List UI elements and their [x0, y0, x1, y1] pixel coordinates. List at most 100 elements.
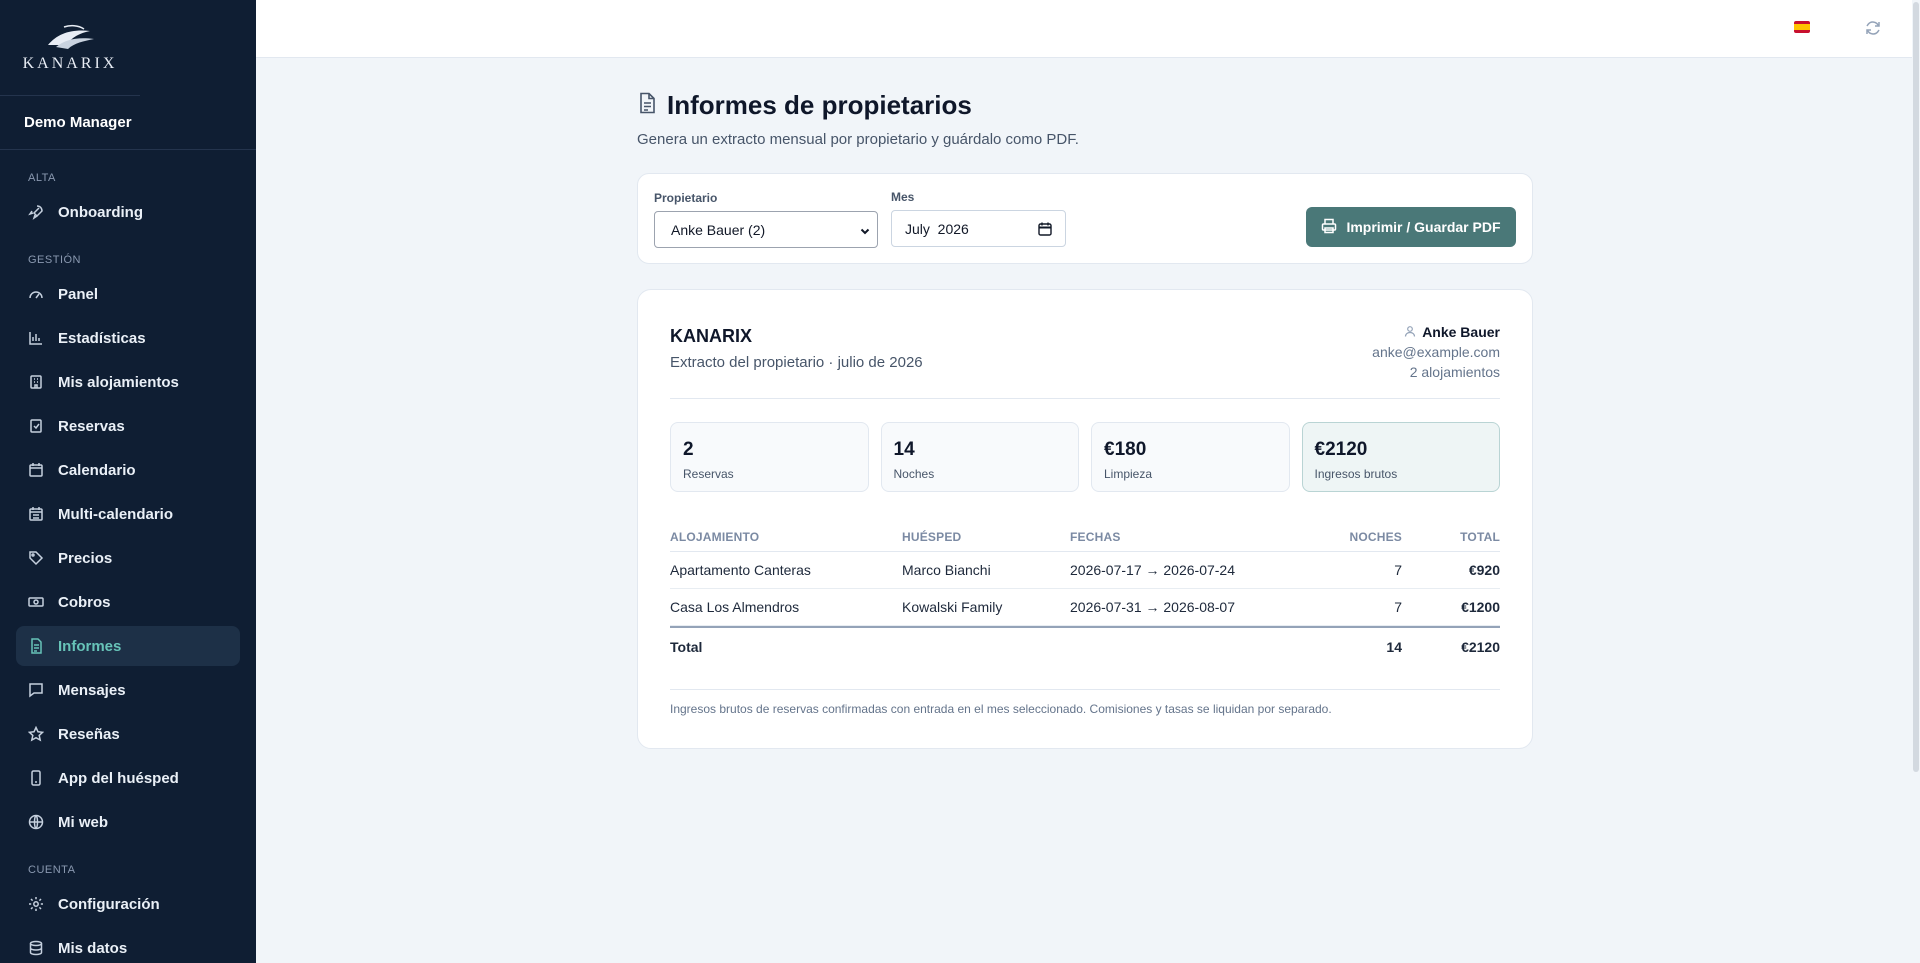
stat-value: €180	[1104, 439, 1147, 460]
column-header: TOTAL	[1460, 529, 1500, 544]
note-divider	[670, 689, 1500, 690]
owner-label: Propietario	[654, 191, 718, 205]
printer-icon	[1321, 218, 1337, 237]
sidebar-item-informes[interactable]: Informes	[16, 626, 240, 666]
stat-value: €2120	[1314, 439, 1368, 460]
sidebar-item-label: App del huésped	[58, 769, 179, 787]
column-header: ALOJAMIENTO	[670, 529, 760, 544]
owner-select[interactable]: Anke Bauer (2)	[654, 211, 878, 248]
scrollbar-thumb[interactable]	[1913, 2, 1919, 772]
owner-info: Anke Bauer anke@example.com 2 alojamient…	[1372, 324, 1500, 380]
stat-card-reservas: 2 Reservas	[670, 422, 869, 492]
main-content: Informes de propietarios Genera un extra…	[637, 90, 1533, 749]
spain-flag-icon[interactable]	[1794, 21, 1810, 33]
topbar	[256, 0, 1920, 58]
sidebar-item-onboarding[interactable]: Onboarding	[16, 192, 240, 232]
logo[interactable]: KANARIX	[0, 0, 140, 96]
section-label-cuenta: CUENTA	[28, 864, 76, 876]
sidebar-item-cobros[interactable]: Cobros	[16, 582, 240, 622]
sidebar-item-label: Precios	[58, 549, 113, 567]
sidebar-item-label: Mensajes	[58, 681, 126, 699]
sidebar-item-label: Cobros	[58, 593, 111, 611]
clipboard-check-icon	[28, 418, 44, 434]
file-text-icon	[28, 638, 44, 654]
table-row: Casa Los Almendros Kowalski Family 2026-…	[670, 589, 1500, 626]
sidebar-item-configuracion[interactable]: Configuración	[16, 884, 240, 924]
chevron-down-icon	[859, 224, 871, 240]
page-scrollbar[interactable]	[1912, 0, 1920, 963]
sidebar-item-label: Multi-calendario	[58, 505, 174, 523]
database-icon	[28, 940, 44, 956]
user-icon	[1404, 324, 1416, 340]
calendar-grid-icon	[28, 506, 44, 522]
message-square-icon	[28, 682, 44, 698]
report-brand: KANARIX	[670, 326, 753, 346]
sidebar-item-label: Onboarding	[58, 203, 143, 221]
sidebar-item-reservas[interactable]: Reservas	[16, 406, 240, 446]
cell-total: €1200	[1461, 599, 1500, 615]
print-pdf-label: Imprimir / Guardar PDF	[1346, 219, 1501, 235]
cell-total: €920	[1468, 562, 1500, 578]
column-header: HUÉSPED	[902, 529, 962, 544]
section-label-alta: ALTA	[28, 172, 56, 184]
sidebar-item-mis-datos[interactable]: Mis datos	[16, 928, 240, 963]
stat-label: Noches	[893, 467, 935, 481]
sidebar: KANARIX Demo Manager ALTA Onboarding GES…	[0, 0, 256, 963]
tag-icon	[28, 550, 44, 566]
sidebar-item-label: Calendario	[58, 461, 136, 479]
stat-label: Reservas	[683, 467, 734, 481]
sidebar-item-panel[interactable]: Panel	[16, 274, 240, 314]
month-input[interactable]: July 2026	[891, 210, 1066, 247]
print-pdf-button[interactable]: Imprimir / Guardar PDF	[1306, 207, 1516, 247]
sidebar-item-estadisticas[interactable]: Estadísticas	[16, 318, 240, 358]
stat-card-limpieza: €180 Limpieza	[1091, 422, 1290, 492]
table-row: Apartamento Canteras Marco Bianchi 2026-…	[670, 552, 1500, 589]
bookings-table: ALOJAMIENTO HUÉSPED FECHAS NOCHES TOTAL …	[670, 522, 1500, 666]
sidebar-item-mis-alojamientos[interactable]: Mis alojamientos	[16, 362, 240, 402]
owner-statement-card: KANARIX Extracto del propietario · julio…	[637, 289, 1533, 749]
section-label-gestion: GESTIÓN	[28, 254, 82, 266]
rocket-icon	[28, 204, 44, 220]
sidebar-item-app-del-huesped[interactable]: App del huésped	[16, 758, 240, 798]
sidebar-item-label: Panel	[58, 285, 99, 303]
sidebar-item-label: Reservas	[58, 417, 125, 435]
star-icon	[28, 726, 44, 742]
sidebar-item-label: Mis datos	[58, 939, 128, 957]
stat-card-ingresos-brutos: €2120 Ingresos brutos	[1301, 422, 1500, 492]
footer-nights: 14	[1386, 639, 1402, 655]
sidebar-item-label: Configuración	[58, 895, 160, 913]
stat-label: Ingresos brutos	[1314, 467, 1398, 481]
current-user[interactable]: Demo Manager	[0, 96, 256, 150]
calendar-icon[interactable]	[1038, 222, 1052, 239]
stat-label: Limpieza	[1104, 467, 1153, 481]
stats-row: 2 Reservas 14 Noches €180 Limpieza €2120…	[670, 422, 1500, 492]
building-icon	[28, 374, 44, 390]
month-input-value: July 2026	[905, 220, 969, 237]
cell-dates: 2026-07-17 → 2026-07-24	[1070, 562, 1236, 578]
filter-card: Propietario Anke Bauer (2) Mes July 2026…	[637, 173, 1533, 264]
logo-text: KANARIX	[22, 54, 118, 72]
sidebar-item-mensajes[interactable]: Mensajes	[16, 670, 240, 710]
page-subtitle: Genera un extracto mensual por propietar…	[637, 131, 1079, 148]
cell-guest: Marco Bianchi	[902, 562, 991, 578]
footer-total: €2120	[1461, 639, 1500, 655]
stat-value: 14	[893, 439, 915, 460]
sidebar-item-label: Reseñas	[58, 725, 120, 743]
sidebar-item-label: Informes	[58, 637, 122, 655]
stat-value: 2	[683, 439, 694, 460]
bar-chart-icon	[28, 330, 44, 346]
gear-icon	[28, 896, 44, 912]
sidebar-item-precios[interactable]: Precios	[16, 538, 240, 578]
stat-card-noches: 14 Noches	[880, 422, 1079, 492]
sidebar-item-multi-calendario[interactable]: Multi-calendario	[16, 494, 240, 534]
page-title: Informes de propietarios	[667, 90, 972, 120]
month-label: Mes	[891, 190, 915, 204]
refresh-icon[interactable]	[1864, 19, 1882, 42]
cell-dates: 2026-07-31 → 2026-08-07	[1070, 599, 1236, 615]
sidebar-item-resenas[interactable]: Reseñas	[16, 714, 240, 754]
banknote-icon	[28, 594, 44, 610]
column-header: NOCHES	[1349, 529, 1402, 544]
sidebar-item-calendario[interactable]: Calendario	[16, 450, 240, 490]
sidebar-item-mi-web[interactable]: Mi web	[16, 802, 240, 842]
gauge-icon	[28, 286, 44, 302]
